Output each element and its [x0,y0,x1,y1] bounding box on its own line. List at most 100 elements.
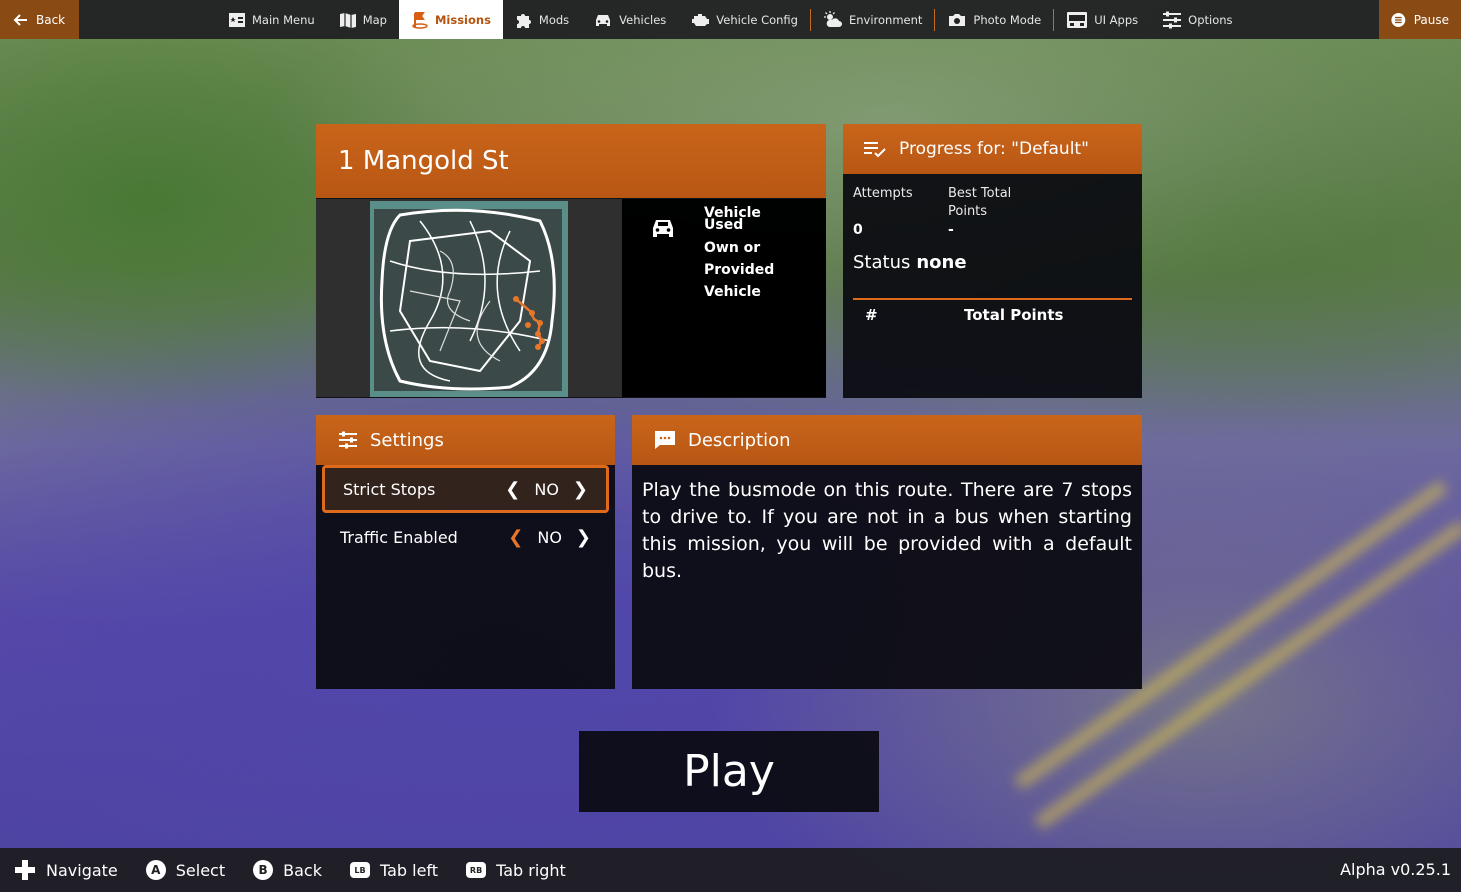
tab-label: Photo Mode [973,12,1042,27]
settings-title: Settings [370,429,444,451]
engine-icon [692,13,710,26]
setting-toggle: ❮ NO ❯ [505,479,588,500]
pause-button[interactable]: Pause [1379,0,1461,39]
setting-toggle: ❮ NO ❯ [508,527,591,548]
tab-label: UI Apps [1094,12,1139,27]
ui-apps-icon [1067,11,1088,28]
car-icon [653,220,673,237]
tab-missions[interactable]: Missions [398,0,503,39]
setting-label: Traffic Enabled [340,527,458,547]
version-label: Alpha v0.25.1 [1340,860,1451,879]
chevron-right-icon[interactable]: ❯ [573,479,588,500]
tab-label: Mods [538,12,570,27]
sliders-icon [339,431,357,449]
mission-header: 1 Mangold St [316,124,826,198]
back-button[interactable]: Back [0,0,79,39]
vehicle-used-heading: Vehicle Used [704,205,761,233]
checklist-icon [864,142,886,158]
car-icon [596,14,611,26]
best-points-label: Best Total Points [948,186,1012,219]
menu-circle-icon [1391,12,1406,27]
hint-label: Navigate [46,860,118,880]
back-label: Back [36,12,66,27]
mission-minimap [370,201,568,397]
description-title: Description [688,429,791,451]
hint-tab-left: LB Tab left [349,860,439,880]
tab-label: Vehicle Config [716,12,798,27]
tab-label: Options [1188,12,1233,27]
missions-icon [412,11,428,29]
tab-main-menu[interactable]: Main Menu [216,0,327,39]
hint-select: A Select [145,860,226,880]
hint-tab-right: RB Tab right [466,861,566,880]
puzzle-icon [516,13,531,28]
tab-label: Missions [434,12,491,27]
mission-panel: 1 Mangold St Vehicle Used Own or Provide… [316,124,826,398]
hint-navigate: Navigate [14,859,118,881]
chevron-left-icon[interactable]: ❮ [505,479,520,500]
main-menu-icon [229,12,245,27]
col-points-header: Total Points [964,306,1064,324]
status-value: none [916,252,967,273]
tab-label: Vehicles [619,12,667,27]
bottom-controls-bar: Navigate A Select B Back LB Tab left RB … [0,848,1461,892]
setting-label: Strict Stops [343,479,436,499]
progress-divider [853,298,1132,300]
hint-label: Select [175,860,226,880]
tab-photo-mode[interactable]: Photo Mode [935,0,1053,39]
top-navigation-bar: Back Main Menu Map Missions Mods Vehicle… [0,0,1461,39]
tab-map[interactable]: Map [327,0,399,39]
sliders-icon [1163,11,1182,28]
arrow-left-icon [13,13,27,26]
hint-label: Tab right [496,860,566,880]
mission-title: 1 Mangold St [338,146,509,176]
weather-icon [823,10,842,27]
camera-icon [949,13,966,26]
rb-button-icon: RB [466,862,487,878]
hint-label: Back [283,860,322,880]
settings-header: Settings [316,415,615,465]
progress-title: Progress for: "Default" [899,139,1089,159]
status-row: Status none [853,252,967,273]
setting-traffic-enabled[interactable]: Traffic Enabled ❮ NO ❯ [322,513,609,561]
tab-options[interactable]: Options [1150,0,1244,39]
attempts-value: 0 [853,222,863,238]
settings-panel: Settings Strict Stops ❮ NO ❯ Traffic Ena… [316,415,615,689]
minimap-icon [374,208,562,391]
tab-label: Map [362,12,387,27]
status-label: Status [853,252,911,273]
menu-tabs: Main Menu Map Missions Mods Vehicles Veh… [216,0,1245,39]
tab-label: Main Menu [252,12,315,27]
col-number-header: # [865,306,878,324]
attempts-label: Attempts [853,186,913,201]
description-header: Description [632,415,1142,465]
progress-header: Progress for: "Default" [843,124,1142,174]
tab-ui-apps[interactable]: UI Apps [1054,0,1150,39]
setting-value: NO [534,479,559,499]
mission-map-area [316,199,622,397]
play-button[interactable]: Play [579,731,879,812]
tab-vehicle-config[interactable]: Vehicle Config [678,0,810,39]
pause-label: Pause [1413,12,1449,27]
vehicle-used-value: Own or Provided Vehicle [704,240,775,300]
b-button-icon: B [253,860,274,880]
map-icon [339,12,356,28]
setting-value: NO [537,527,562,547]
lb-button-icon: LB [349,862,370,878]
vehicle-info: Vehicle Used Own or Provided Vehicle [622,199,826,397]
chat-bubble-icon [655,431,675,449]
description-panel: Description Play the busmode on this rou… [632,415,1142,689]
tab-mods[interactable]: Mods [503,0,581,39]
description-text: Play the busmode on this route. There ar… [642,479,1132,582]
progress-panel: Progress for: "Default" Attempts Best To… [843,124,1142,398]
tab-label: Environment [848,12,923,27]
chevron-left-icon[interactable]: ❮ [508,527,523,548]
tab-environment[interactable]: Environment [811,0,934,39]
best-points-value: - [948,222,954,238]
dpad-icon [15,860,35,880]
hint-label: Tab left [379,860,439,880]
tab-vehicles[interactable]: Vehicles [581,0,678,39]
setting-strict-stops[interactable]: Strict Stops ❮ NO ❯ [322,465,609,513]
a-button-icon: A [145,860,166,880]
chevron-right-icon[interactable]: ❯ [576,527,591,548]
